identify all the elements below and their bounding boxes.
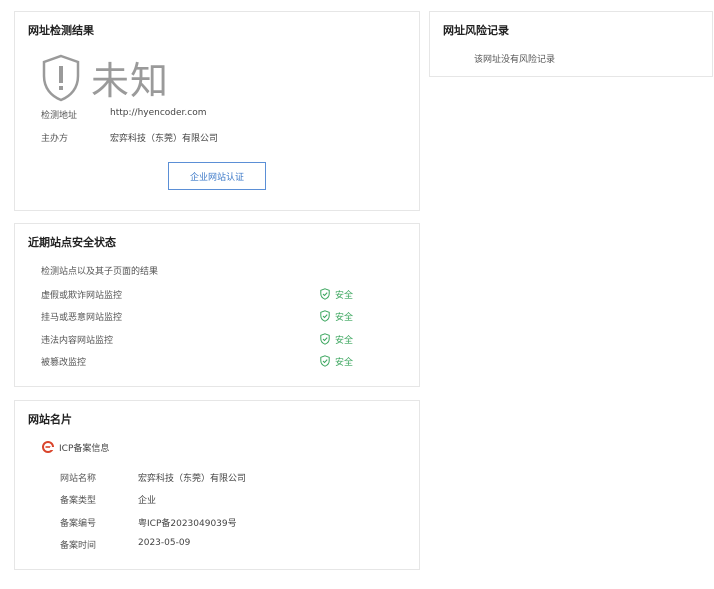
- shield-warning-icon: [42, 54, 80, 102]
- security-item-status: 安全: [335, 291, 354, 301]
- security-item-status: 安全: [335, 358, 354, 368]
- risk-record-card: 网址风险记录 该网址没有风险记录: [429, 11, 713, 77]
- security-item-label: 被篡改监控: [41, 358, 87, 368]
- icp-field-label: 网站名称: [60, 474, 97, 484]
- website-card: 网站名片 ICP备案信息 网站名称 宏弈科技（东莞）有限公司 备案类型 企业 备…: [14, 400, 420, 570]
- security-item-label: 挂马或恶意网站监控: [41, 313, 123, 323]
- shield-check-icon: [320, 310, 330, 322]
- icp-field-value: 粤ICP备2023049039号: [138, 519, 237, 529]
- icp-field-label: 备案类型: [60, 496, 97, 506]
- field-label-url: 检测地址: [41, 111, 78, 121]
- detection-status: 未知: [91, 59, 170, 103]
- risk-empty-text: 该网址没有风险记录: [474, 55, 556, 65]
- icp-title: ICP备案信息: [59, 444, 110, 454]
- security-status-card: 近期站点安全状态 检测站点以及其子页面的结果 虚假或欺诈网站监控 安全 挂马或恶…: [14, 223, 420, 387]
- field-value-url: http://hyencoder.com: [110, 108, 207, 118]
- detection-result-card: 网址检测结果 未知 检测地址 http://hyencoder.com 主办方 …: [14, 11, 420, 211]
- field-label-organizer: 主办方: [41, 134, 69, 144]
- security-subtitle: 检测站点以及其子页面的结果: [41, 267, 159, 277]
- security-item-label: 违法内容网站监控: [41, 336, 114, 346]
- security-status-title: 近期站点安全状态: [28, 236, 116, 249]
- risk-record-title: 网址风险记录: [443, 24, 509, 37]
- shield-check-icon: [320, 355, 330, 367]
- security-item-label: 虚假或欺诈网站监控: [41, 291, 123, 301]
- shield-check-icon: [320, 333, 330, 345]
- field-value-organizer: 宏弈科技（东莞）有限公司: [110, 134, 219, 144]
- icp-field-label: 备案编号: [60, 519, 97, 529]
- icp-field-value: 企业: [138, 496, 157, 506]
- icp-field-value: 宏弈科技（东莞）有限公司: [138, 474, 247, 484]
- icp-field-value: 2023-05-09: [138, 538, 191, 548]
- shield-check-icon: [320, 288, 330, 300]
- security-item-status: 安全: [335, 336, 354, 346]
- security-item-status: 安全: [335, 313, 354, 323]
- website-card-title: 网站名片: [28, 413, 72, 426]
- icp-logo-icon: [42, 441, 54, 453]
- icp-field-label: 备案时间: [60, 541, 97, 551]
- detection-result-title: 网址检测结果: [28, 24, 94, 37]
- enterprise-cert-button[interactable]: 企业网站认证: [168, 162, 266, 190]
